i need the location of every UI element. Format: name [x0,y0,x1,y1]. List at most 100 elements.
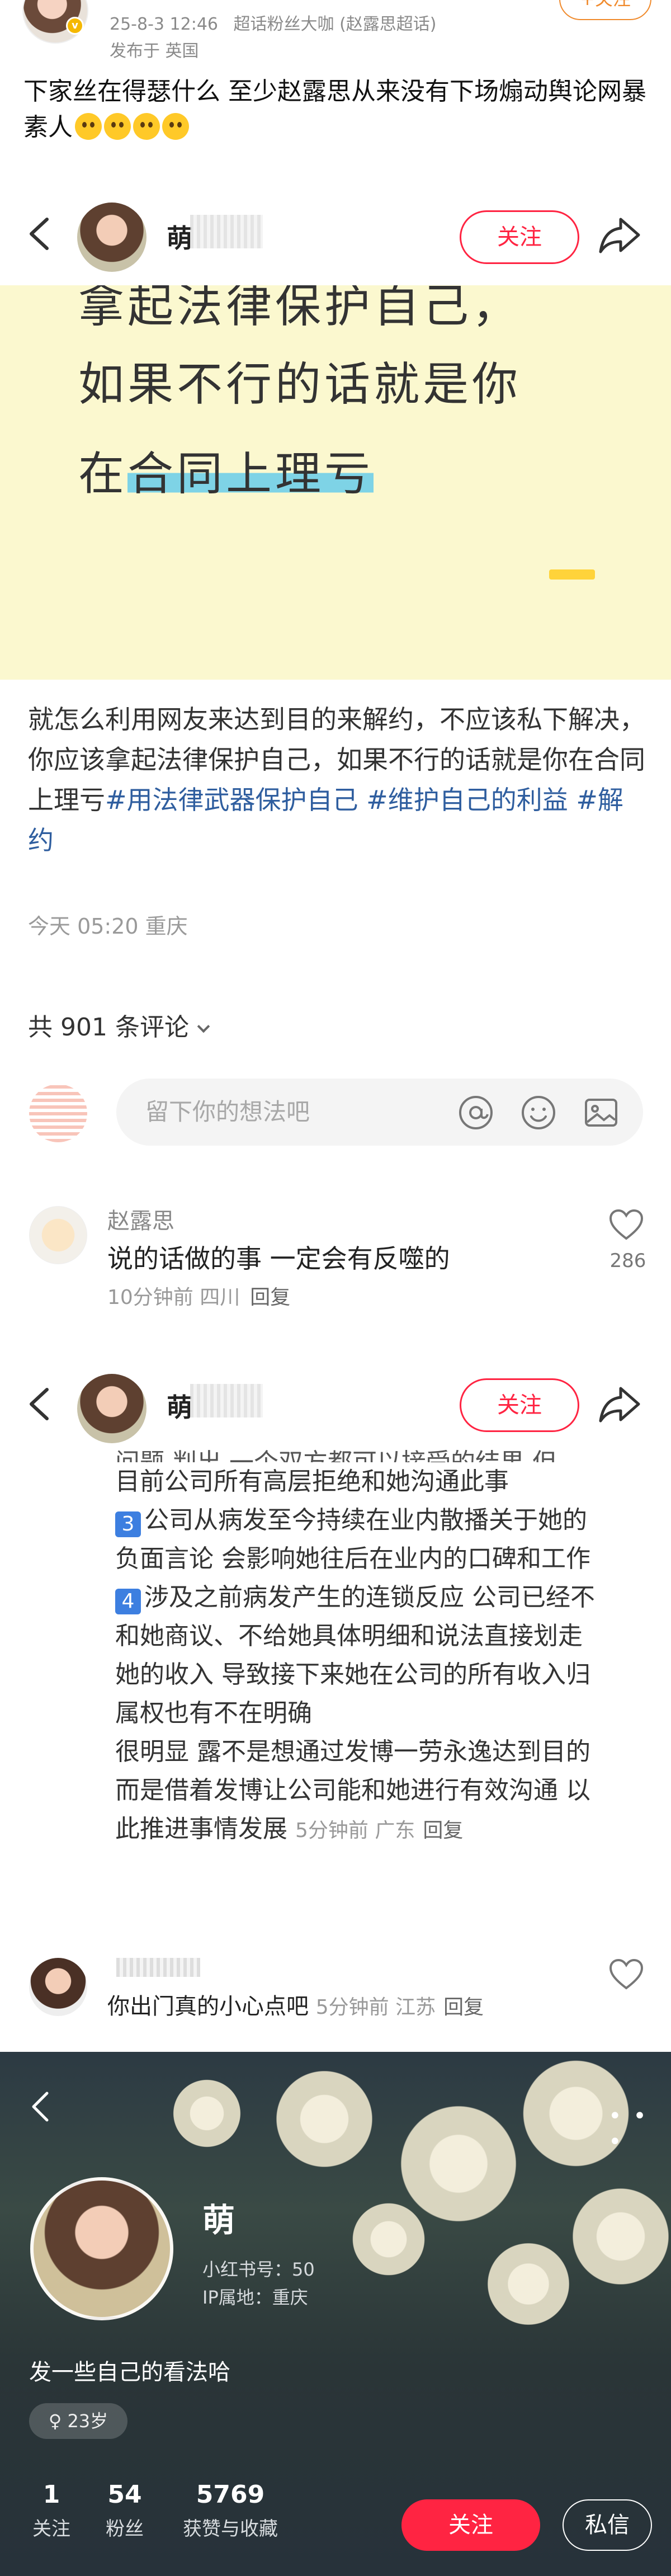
profile-follow-button[interactable]: 关注 [401,2499,540,2551]
reply-meta: 5分钟前 广东 回复 [295,1819,463,1842]
post-text: 下家丝在得瑟什么 至少赵露思从来没有下场煽动舆论网暴素人 [23,74,650,145]
emoji-icon [162,113,189,140]
stat-label: 粉丝 [106,2518,144,2540]
commenter-avatar[interactable] [29,1958,87,2016]
note-image[interactable]: 拿起法律保护自己， 如果不行的话就是你 在合同上理亏 [0,285,671,680]
profile-name: 萌 [202,2201,235,2239]
reply-link[interactable]: 回复 [443,1996,484,2019]
reply-item-text: 公司从病发至今持续在业内散播关于她的负面言论 会影响她往后在业内的口碑和工作 [115,1506,590,1573]
reply-conclusion: 很明显 露不是想通过发博一劳永逸达到目的 而是借着发博让公司能和她进行有效沟通 … [115,1732,596,1850]
emoji-icon [75,113,102,140]
profile-screenshot: • • • 萌 小红书号：50 IP属地：重庆 发一些自己的看法哈 ♀ 23岁 … [0,2052,671,2576]
private-message-button[interactable]: 私信 [563,2499,652,2551]
flower-decoration [565,2181,671,2292]
fan-badge[interactable]: 超话粉丝大咖 (赵露思超话) [234,15,437,34]
reply-link[interactable]: 回复 [250,1286,290,1309]
reply-item-text: 涉及之前病发产生的连锁反应 公司已经不和她商议、不给她具体明细和说法直接划走她的… [115,1583,595,1727]
reply-line: 目前公司所有高层拒绝和她沟通此事 [115,1467,509,1496]
like-heart-icon[interactable] [608,1958,644,1990]
comment-input[interactable]: 留下你的想法吧 [116,1079,643,1146]
stat-likes-collects[interactable]: 5769 获赞与收藏 [174,2480,286,2541]
post-meta: 25-8-3 12:46 超话粉丝大咖 (赵露思超话) [110,10,447,35]
note-nav-bar: 萌 关注 [0,1354,671,1454]
profile-id: 小红书号：50 [202,2259,315,2280]
reply-item: 3 公司从病发至今持续在业内散播关于她的负面言论 会影响她往后在业内的口碑和工作 [115,1501,596,1578]
age-badge: ♀ 23岁 [29,2403,127,2439]
chevron-down-icon [197,1020,210,1033]
share-icon[interactable] [598,216,642,255]
profile-ip: IP属地：重庆 [202,2287,308,2308]
stat-number: 5769 [196,2480,265,2509]
image-text-line: 如果不行的话就是你 [78,358,522,411]
cut-line: 问题 判出 一个双方都可以接受的结果 但 [115,1443,596,1462]
at-mention-icon[interactable] [457,1094,494,1131]
note-screenshot: 萌 关注 拿起法律保护自己， 如果不行的话就是你 在合同上理亏 就怎么利用网友来… [0,179,671,1354]
follow-button[interactable]: 关注 [460,210,579,264]
blurred-commenter-name [116,1958,200,1977]
author-avatar[interactable] [77,1374,147,1443]
author-name[interactable]: 萌 [167,1387,192,1424]
back-arrow-icon[interactable] [29,2091,51,2122]
stat-following[interactable]: 1 关注 [29,2480,74,2541]
number-4-icon: 4 [115,1589,141,1614]
comment-meta: 5分钟前 江苏 回复 [316,1996,484,2019]
blurred-name [190,215,263,248]
comment-text-content: 你出门真的小心点吧 [107,1994,309,2019]
image-text-highlight: 合同上理亏 [127,448,374,501]
reply-item: 4 涉及之前病发产生的连锁反应 公司已经不和她商议、不给她具体明细和说法直接划走她… [115,1578,596,1732]
follow-button[interactable]: 关注 [460,1378,579,1432]
comment-time: 5分钟前 江苏 [315,1996,436,2019]
reply-time: 5分钟前 广东 [295,1819,415,1842]
emoji-picker-icon[interactable] [520,1094,557,1131]
comment-count-label: 共 901 条评论 [28,1013,189,1042]
back-arrow-icon[interactable] [27,217,51,251]
image-text-plain: 在 [78,448,128,501]
follow-poster-button[interactable]: +关注 [559,0,651,20]
image-picker-icon[interactable] [583,1094,620,1131]
emoji-icon [133,113,160,140]
note-nav-bar: 萌 关注 [0,179,671,291]
flower-decoration [268,2063,380,2175]
image-text-line: 在合同上理亏 [78,436,374,503]
comment-item: 你出门真的小心点吧 5分钟前 江苏 回复 [0,1958,671,2031]
stat-number: 54 [107,2480,142,2509]
comment-meta: 10分钟前 四川 回复 [107,1281,290,1310]
flower-decoration [481,2236,576,2332]
comment-time: 10分钟前 四川 [107,1286,240,1309]
comment-text: 说的话做的事 一定会有反噬的 [107,1244,450,1274]
number-3-icon: 3 [115,1511,141,1537]
decorative-dash [549,569,595,580]
hashtag[interactable]: #用法律武器保护自己 [105,785,358,815]
commenter-avatar[interactable] [29,1206,87,1264]
reply-link[interactable]: 回复 [423,1819,463,1842]
post-header: v 25-8-3 12:46 超话粉丝大咖 (赵露思超话) 发布于 英国 +关注 [0,0,671,66]
profile-avatar[interactable] [30,2177,173,2320]
note-body: 就怎么利用网友来达到目的来解约，不应该私下解决，你应该拿起法律保护自己，如果不行… [28,699,649,860]
profile-bio: 发一些自己的看法哈 [29,2360,230,2385]
flower-decoration [347,2197,431,2281]
post-time: 25-8-3 12:46 [110,15,218,34]
stat-label: 获赞与收藏 [183,2518,278,2540]
commenter-name[interactable]: 赵露思 [107,1203,174,1235]
like-count: 286 [609,1250,646,1272]
comment-item: 赵露思 说的话做的事 一定会有反噬的 10分钟前 四川 回复 286 [0,1203,671,1326]
comment-input-row: 留下你的想法吧 [0,1068,671,1152]
stat-label: 关注 [32,2518,70,2540]
image-text-line: 拿起法律保护自己， [78,285,522,333]
author-name[interactable]: 萌 [167,218,192,255]
verified-badge-icon: v [66,17,84,35]
hashtag[interactable]: #维护自己的利益 [366,785,568,815]
stat-number: 1 [42,2480,60,2509]
comment-count[interactable]: 共 901 条评论 [28,1007,210,1043]
more-options-icon[interactable]: • • • [608,2103,671,2155]
emoji-icon [104,113,131,140]
author-avatar[interactable] [77,202,147,272]
back-arrow-icon[interactable] [27,1387,51,1421]
my-avatar [29,1084,87,1142]
stat-followers[interactable]: 54 粉丝 [100,2480,150,2541]
share-icon[interactable] [598,1385,642,1424]
flower-decoration [168,2074,246,2153]
like-heart-icon[interactable] [608,1208,644,1241]
note-time: 今天 05:20 重庆 [28,914,188,939]
comment-thread-screenshot: 萌 关注 问题 判出 一个双方都可以接受的结果 但 目前公司所有高层拒绝和她沟通… [0,1354,671,2053]
